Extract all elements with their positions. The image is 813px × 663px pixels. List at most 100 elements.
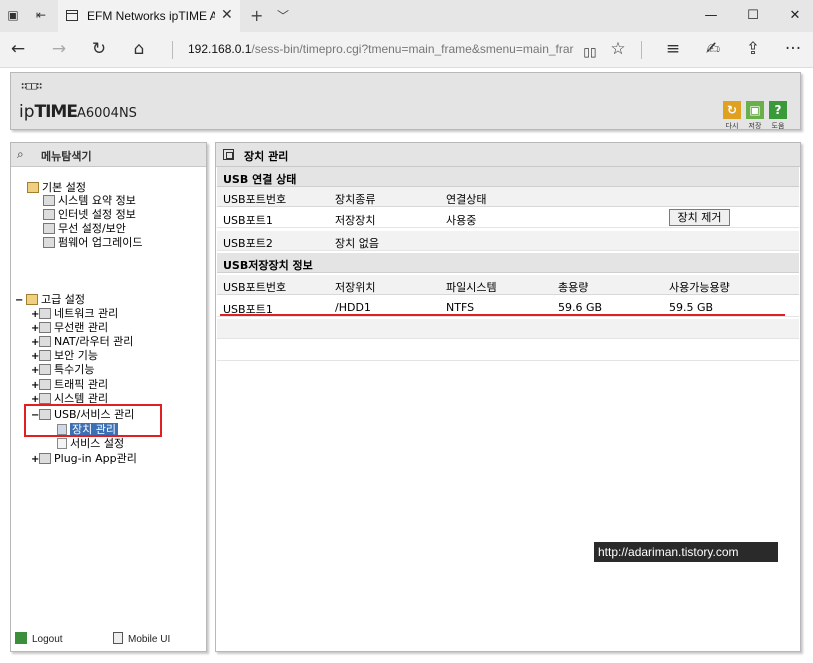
menu-item-nat-router[interactable]: + NAT/라우터 관리	[31, 335, 133, 349]
hub-icon[interactable]: ≡	[661, 39, 685, 59]
menu-item-label: 보안 기능	[54, 349, 98, 362]
highlight-annotation-box	[24, 404, 162, 437]
table-cell: 사용중	[446, 214, 477, 227]
column-header: USB포트번호	[223, 193, 287, 206]
address-host: 192.168.0.1	[188, 42, 252, 56]
set-tabs-aside-icon[interactable]: ⇤	[34, 8, 48, 22]
collapse-toggle[interactable]: −	[15, 294, 23, 307]
table-cell: USB포트2	[223, 237, 273, 250]
expand-toggle[interactable]: +	[31, 336, 39, 349]
section-heading: USB 연결 상태	[223, 173, 297, 186]
mobile-ui-link[interactable]: Mobile UI	[113, 632, 170, 645]
tab-actions-icon[interactable]: ▣	[6, 8, 20, 22]
menu-item-network[interactable]: + 네트워크 관리	[31, 307, 118, 321]
usb-connection-column-header: USB포트번호 장치종류 연결상태	[217, 187, 799, 207]
table-cell: /HDD1	[335, 301, 371, 314]
folder-icon	[27, 182, 39, 193]
special-function-icon	[39, 364, 51, 375]
reload-button[interactable]: ↻	[723, 101, 741, 119]
refresh-button[interactable]: ↻	[87, 39, 111, 59]
page-icon	[66, 10, 78, 21]
menu-item-wireless-security[interactable]: 무선 설정/보안	[43, 222, 126, 235]
system-icon	[39, 393, 51, 404]
menu-item-security[interactable]: + 보안 기능	[31, 349, 98, 363]
column-header: USB포트번호	[223, 281, 287, 294]
table-row: USB포트1 저장장치 사용중 장치 제거	[217, 208, 799, 228]
web-note-icon[interactable]: ✍	[701, 39, 725, 59]
help-button[interactable]: ?	[769, 101, 787, 119]
browser-tab[interactable]: EFM Networks ipTIME A ✕	[58, 0, 240, 32]
iptime-logo-mark: ∷□□∷	[21, 81, 42, 92]
menu-item-firmware-upgrade[interactable]: 펌웨어 업그레이드	[43, 236, 142, 249]
menu-item-plugin-app[interactable]: + Plug-in App관리	[31, 452, 137, 466]
expand-toggle[interactable]: +	[31, 453, 39, 466]
page-icon	[223, 149, 234, 160]
more-icon[interactable]: ···	[781, 39, 805, 59]
table-cell: 59.5 GB	[669, 301, 714, 314]
logout-icon	[15, 632, 27, 644]
expand-toggle[interactable]: +	[31, 350, 39, 363]
browser-tab-bar: ▣ ⇤ EFM Networks ipTIME A ✕ + ﹀ — ☐ ✕	[0, 0, 813, 32]
minimize-button[interactable]: —	[701, 8, 721, 23]
menu-item-label: 트래픽 관리	[54, 378, 109, 391]
expand-toggle[interactable]: +	[31, 379, 39, 392]
content-panel: 장치 관리 USB 연결 상태 USB포트번호 장치종류 연결상태 USB포트1…	[215, 142, 801, 652]
save-button[interactable]: ▣	[746, 101, 764, 119]
logout-link[interactable]: Logout	[15, 632, 63, 645]
favorite-star-icon[interactable]: ☆	[606, 39, 630, 59]
reload-label: 다시	[725, 122, 739, 130]
maximize-button[interactable]: ☐	[743, 8, 763, 23]
menu-explorer-title: 메뉴탐색기	[41, 150, 92, 163]
expand-toggle[interactable]: +	[31, 308, 39, 321]
expand-toggle[interactable]: +	[31, 364, 39, 377]
table-row-empty	[217, 341, 799, 361]
home-button[interactable]: ⌂	[127, 39, 151, 59]
tree-basic-setup[interactable]: 기본 설정	[27, 181, 86, 194]
menu-item-internet-info[interactable]: 인터넷 설정 정보	[43, 208, 136, 221]
menu-item-traffic[interactable]: + 트래픽 관리	[31, 378, 108, 392]
table-cell: 장치 없음	[335, 237, 379, 250]
mobile-icon	[113, 632, 123, 644]
usb-storage-column-header: USB포트번호 저장위치 파일시스템 총용량 사용가능용량	[217, 275, 799, 295]
system-summary-icon	[43, 195, 55, 206]
tree-basic-setup-label: 기본 설정	[42, 181, 86, 194]
column-header: 파일시스템	[446, 281, 497, 294]
menu-item-system-summary[interactable]: 시스템 요약 정보	[43, 194, 136, 207]
reading-view-icon[interactable]: ▯▯	[578, 42, 602, 62]
expand-toggle[interactable]: +	[31, 322, 39, 335]
table-row: USB포트2 장치 없음	[217, 231, 799, 251]
lock-icon	[39, 350, 51, 361]
wlan-icon	[39, 322, 51, 333]
table-row-empty	[217, 319, 799, 339]
magnifier-icon: ⌕	[17, 147, 24, 161]
share-icon[interactable]: ⇪	[741, 39, 765, 59]
new-tab-button[interactable]: +	[250, 6, 263, 25]
menu-item-special[interactable]: + 특수기능	[31, 363, 94, 377]
address-divider	[172, 41, 173, 59]
column-header: 총용량	[558, 281, 589, 294]
menu-item-label: 인터넷 설정 정보	[58, 208, 136, 221]
address-bar[interactable]: 192.168.0.1/sess-bin/timepro.cgi?tmenu=m…	[188, 42, 576, 56]
menu-item-wlan[interactable]: + 무선랜 관리	[31, 321, 108, 335]
window-close-button[interactable]: ✕	[785, 8, 805, 23]
router-header: ∷□□∷ ipTIMEA6004NS ↻ 다시 ▣ 저장 ? 도움	[10, 72, 801, 130]
back-button[interactable]: ←	[6, 39, 30, 59]
brand-time: TIME	[34, 102, 78, 122]
menu-item-service-settings[interactable]: 서비스 설정	[57, 437, 124, 450]
menu-item-label: 시스템 요약 정보	[58, 194, 136, 207]
tree-advanced-setup[interactable]: − 고급 설정	[15, 293, 85, 307]
wireless-icon	[43, 223, 55, 234]
brand-model: A6004NS	[76, 106, 137, 121]
content-header: 장치 관리	[216, 143, 800, 167]
menu-item-label: NAT/라우터 관리	[54, 335, 134, 348]
tab-list-chevron-icon[interactable]: ﹀	[277, 7, 289, 24]
brand-ip: ip	[19, 102, 35, 122]
tab-close-icon[interactable]: ✕	[221, 7, 233, 23]
plugin-icon	[39, 453, 51, 464]
mobile-ui-label: Mobile UI	[128, 634, 171, 645]
save-label: 저장	[748, 122, 762, 130]
address-path: /sess-bin/timepro.cgi?tmenu=main_frame&s…	[251, 42, 574, 56]
remove-device-button[interactable]: 장치 제거	[669, 209, 730, 226]
forward-button[interactable]: →	[47, 39, 71, 59]
menu-item-label: Plug-in App관리	[54, 452, 137, 465]
